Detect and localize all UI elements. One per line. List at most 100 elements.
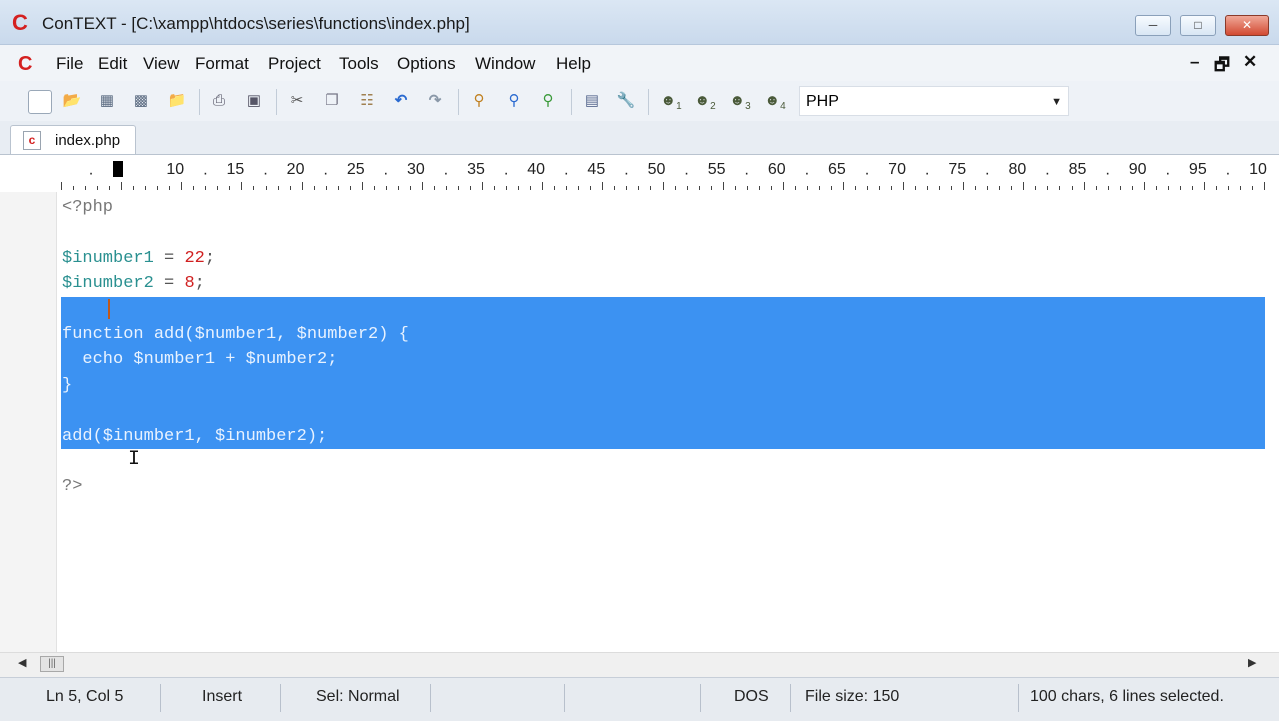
ruler-tick [253, 186, 255, 190]
new-file-icon[interactable] [28, 90, 52, 114]
ruler-tick [265, 186, 267, 190]
mdi-close-button[interactable]: ✕ [1243, 52, 1257, 72]
ruler-tick [181, 182, 183, 190]
toolbar: 📂 ▦ ▩ 📁 ⎙ ▣ ✂ ❐ ☷ ↶ ↷ ⚲ ⚲ ⚲ ▤ 🔧 ☻1 ☻2 ☻3… [0, 81, 1279, 121]
close-button[interactable]: ✕ [1225, 15, 1269, 36]
ruler-tick [217, 186, 219, 190]
syntax-highlighter-select[interactable]: PHP ▼ [799, 86, 1069, 116]
code-line: $inumber1 = 22; [62, 246, 215, 271]
ruler-tick [121, 182, 123, 190]
ruler-tick [746, 186, 748, 190]
code-token: function add($number1, $number2) { [62, 325, 409, 344]
ruler-number: 75 [948, 161, 967, 178]
print-preview-icon[interactable]: ▣ [243, 90, 265, 112]
ruler-tick [999, 186, 1001, 190]
ruler-number: 95 [1188, 161, 1207, 178]
user-command-1-icon[interactable]: ☻1 [656, 90, 686, 112]
user-command-3-icon[interactable]: ☻3 [725, 90, 755, 112]
ruler-tick [554, 186, 556, 190]
ruler-dot: · [563, 165, 569, 182]
ruler-dot: · [1044, 165, 1051, 182]
copy-icon[interactable]: ❐ [321, 90, 343, 112]
code-line: echo $number1 + $number2; [62, 347, 337, 372]
redo-icon[interactable]: ↷ [424, 90, 446, 112]
menu-view[interactable]: View [143, 54, 180, 74]
ruler-dot: · [322, 165, 329, 182]
tab-index-php[interactable]: c index.php [10, 125, 136, 154]
menu-options[interactable]: Options [397, 54, 456, 74]
status-divider [430, 684, 431, 712]
menu-window[interactable]: Window [475, 54, 535, 74]
save-icon[interactable]: ▦ [96, 90, 118, 112]
paste-icon[interactable]: ☷ [356, 90, 378, 112]
ruler-tick [614, 186, 616, 190]
ruler-tick [638, 186, 640, 190]
replace-icon[interactable]: ⚲ [537, 90, 559, 112]
code-token: $inumber2 [62, 274, 154, 294]
ruler-number: 25 [346, 161, 365, 178]
ruler-tick [1215, 186, 1217, 190]
menu-tools[interactable]: Tools [339, 54, 379, 74]
ruler-tick [1095, 186, 1097, 190]
maximize-button[interactable]: □ [1180, 15, 1216, 36]
ruler-dot: · [744, 165, 750, 182]
tools-icon[interactable]: 🔧 [615, 90, 637, 112]
ruler-tick [193, 186, 195, 190]
menu-file[interactable]: File [56, 54, 83, 74]
ruler-tick [1155, 186, 1157, 190]
ruler-dot: · [1165, 165, 1171, 182]
print-icon[interactable]: ⎙ [208, 90, 230, 112]
ruler-tick [494, 186, 496, 190]
ruler-tick [542, 182, 544, 190]
menu-format[interactable]: Format [195, 54, 249, 74]
save-all-icon[interactable]: ▩ [130, 90, 152, 112]
ruler-tick [157, 186, 159, 190]
menu-help[interactable]: Help [556, 54, 591, 74]
ruler-tick [85, 186, 87, 190]
user-command-4-icon[interactable]: ☻4 [760, 90, 790, 112]
ruler-tick [470, 186, 472, 190]
open-file-icon[interactable]: 📂 [61, 90, 83, 112]
ruler-tick [734, 186, 736, 190]
ruler-tick [951, 186, 953, 190]
scroll-left-icon[interactable]: ◀ [18, 656, 26, 669]
ruler-tick [1035, 186, 1037, 190]
ruler-number: 15 [226, 161, 245, 178]
find-icon[interactable]: ⚲ [468, 90, 490, 112]
cut-icon[interactable]: ✂ [286, 90, 308, 112]
ruler-number: 60 [767, 161, 786, 178]
mdi-minimize-button[interactable]: – [1190, 52, 1199, 72]
undo-icon[interactable]: ↶ [390, 90, 412, 112]
document-icon[interactable]: ▤ [581, 90, 603, 112]
ruler-number: 80 [1008, 161, 1027, 178]
minimize-button[interactable]: ─ [1135, 15, 1171, 36]
ruler-dot: · [1104, 165, 1111, 182]
code-token: 8 [184, 274, 195, 294]
scroll-right-icon[interactable]: ▶ [1248, 656, 1256, 669]
mdi-restore-button[interactable]: 🗗 [1214, 52, 1230, 81]
ruler-tick [301, 182, 303, 190]
ruler-tick [530, 186, 532, 190]
status-bar: Ln 5, Col 5 Insert Sel: Normal DOS File … [0, 677, 1279, 721]
scroll-thumb[interactable]: ||| [40, 656, 64, 672]
user-command-2-icon[interactable]: ☻2 [690, 90, 720, 112]
open-folder-icon[interactable]: 📁 [166, 90, 188, 112]
ruler-tick [506, 186, 508, 190]
menu-edit[interactable]: Edit [98, 54, 127, 74]
ruler-tick [133, 186, 135, 190]
ruler-tick [482, 182, 484, 190]
ruler-tick [349, 186, 351, 190]
ruler-tick [1167, 186, 1169, 190]
ruler-tick [1264, 182, 1265, 190]
ruler-number: 10 [166, 161, 185, 178]
ruler-tick [373, 186, 375, 190]
ruler-tick [1131, 186, 1133, 190]
menu-project[interactable]: Project [268, 54, 321, 74]
mouse-ibeam-cursor: I [128, 448, 141, 471]
status-divider [790, 684, 791, 712]
find-next-icon[interactable]: ⚲ [503, 90, 525, 112]
ruler-tick [1119, 186, 1121, 190]
horizontal-scrollbar[interactable]: ◀ ||| ▶ [0, 652, 1279, 677]
ruler-tick [818, 186, 820, 190]
ruler-tick [229, 186, 231, 190]
